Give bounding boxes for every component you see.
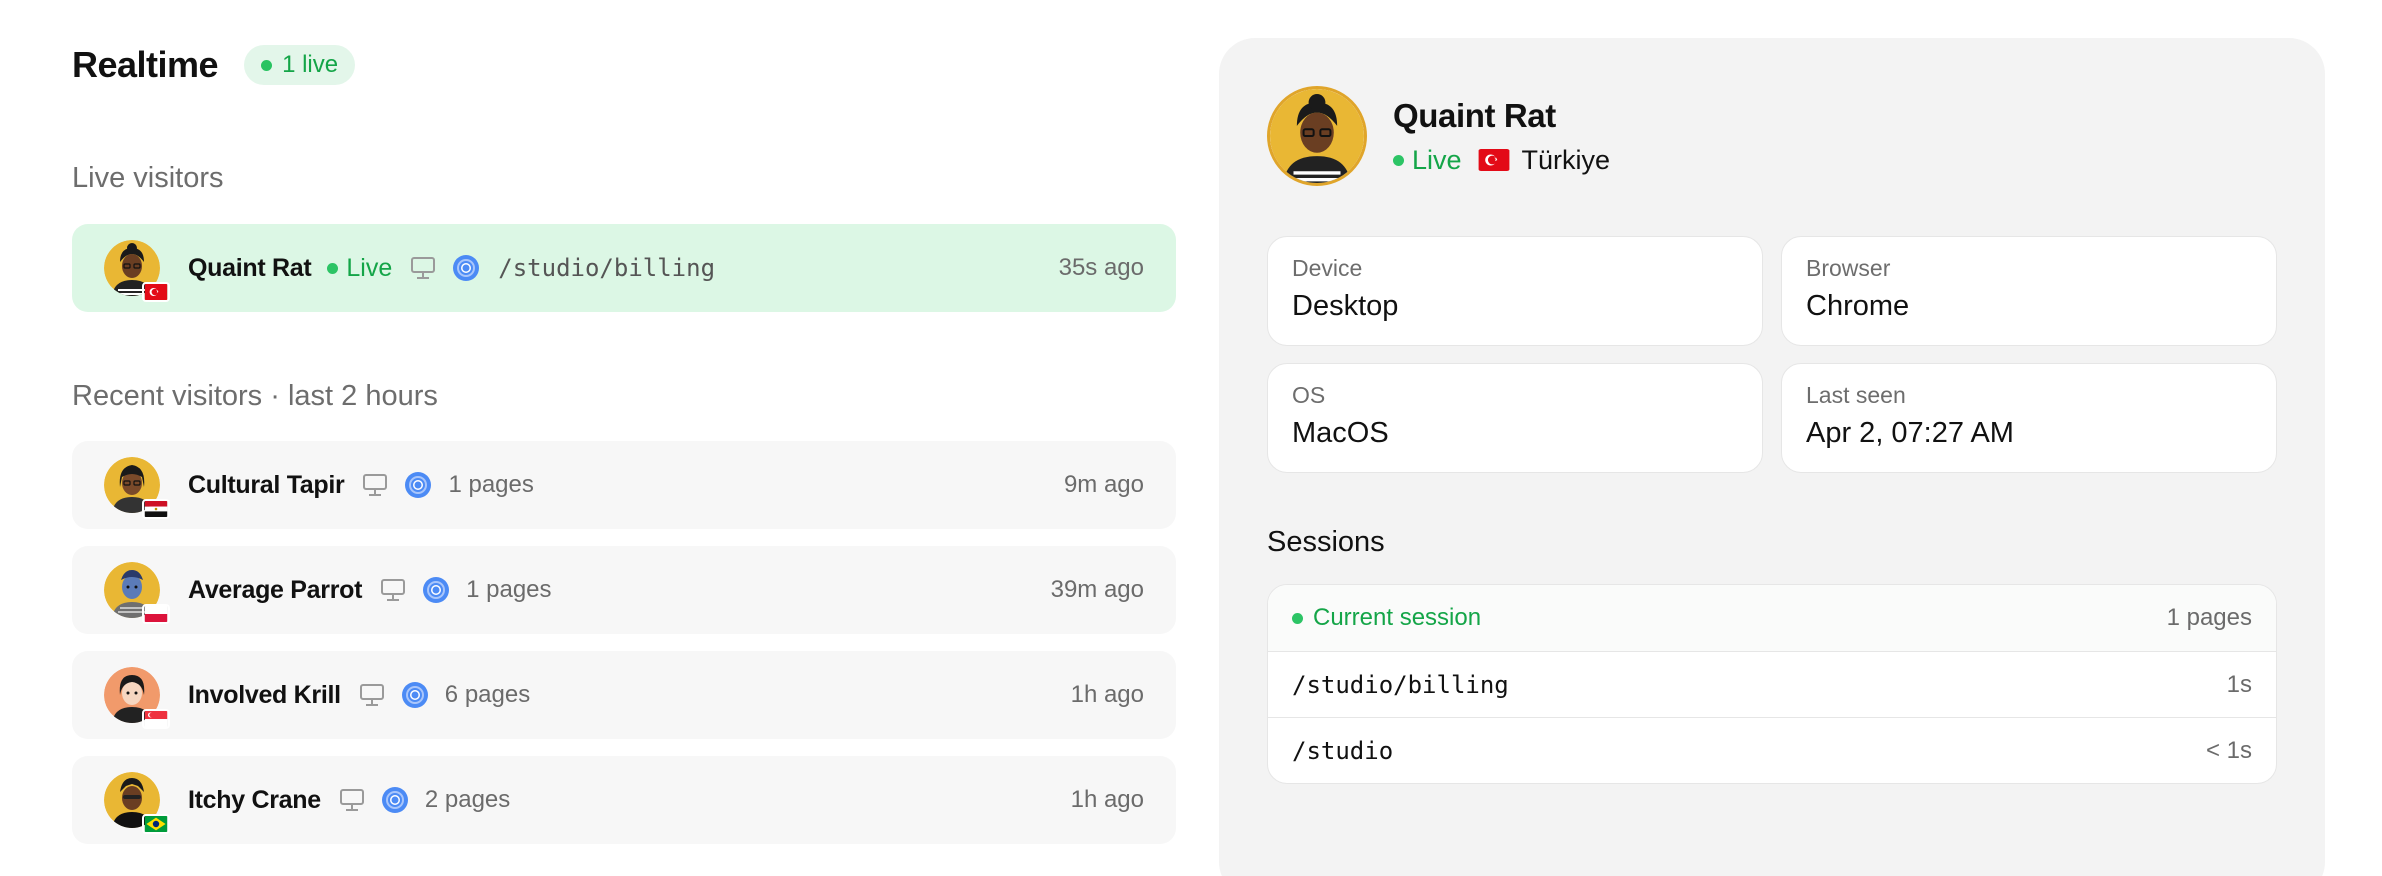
device-label: Device	[1292, 255, 1363, 281]
desktop-icon	[410, 256, 436, 280]
page-count: 1 pages	[466, 576, 552, 603]
recent-visitor-row[interactable]: Involved Krill 6 pages 1h ago	[72, 651, 1176, 739]
flag-turkey-icon	[142, 282, 170, 302]
session-page-count: 1 pages	[2166, 604, 2252, 631]
live-status: Live	[327, 254, 392, 283]
chrome-icon	[452, 254, 480, 282]
page-count: 6 pages	[444, 681, 531, 708]
flag-singapore-icon	[142, 709, 170, 729]
last-seen-ago: 39m ago	[1050, 576, 1144, 603]
live-count-badge: 1 live	[244, 45, 356, 85]
avatar	[104, 667, 170, 729]
recent-visitor-row[interactable]: Cultural Tapir 1 pages 9m ago	[72, 441, 1176, 529]
live-dot-icon	[1393, 154, 1404, 166]
live-visitors-heading: Live visitors	[72, 162, 224, 194]
flag-egypt-icon	[142, 499, 170, 519]
recent-visitor-row[interactable]: Average Parrot 1 pages 39m ago	[72, 546, 1176, 634]
device-value: Desktop	[1292, 290, 1399, 322]
sessions-list: Current session 1 pages /studio/billing …	[1267, 584, 2277, 784]
visitor-name: Average Parrot	[188, 575, 363, 604]
flag-turkey-icon	[1478, 149, 1509, 171]
avatar	[104, 240, 170, 302]
last-seen-ago: 9m ago	[1063, 471, 1144, 498]
session-page-row[interactable]: /studio/billing 1s	[1268, 651, 2276, 717]
last-seen-ago: 1h ago	[1070, 786, 1144, 813]
live-dot-icon	[327, 262, 339, 274]
avatar-image	[1270, 89, 1364, 183]
chrome-icon	[381, 786, 409, 814]
last-seen-ago: 1h ago	[1070, 681, 1144, 708]
chrome-icon	[404, 471, 432, 499]
live-count-label: 1 live	[282, 51, 339, 78]
session-page-time: < 1s	[2205, 736, 2252, 764]
visitor-name: Involved Krill	[188, 680, 341, 709]
avatar	[104, 562, 170, 624]
device-card: Device Desktop	[1267, 236, 1763, 346]
last-seen-ago: 35s ago	[1058, 254, 1144, 281]
visitor-name: Quaint Rat	[1393, 96, 1556, 134]
recent-visitors-heading: Recent visitors · last 2 hours	[72, 380, 438, 412]
desktop-icon	[339, 788, 365, 812]
visitor-profile: Quaint Rat Live Türkiye	[1267, 86, 1610, 186]
live-dot-icon	[1292, 612, 1303, 624]
session-page-path: /studio	[1292, 736, 1394, 765]
page-count: 2 pages	[424, 786, 511, 813]
live-visitor-row[interactable]: Quaint Rat Live /studio/billing 35s ago	[72, 224, 1176, 312]
page-title: Realtime	[72, 44, 219, 85]
chrome-icon	[401, 681, 429, 709]
flag-brazil-icon	[142, 814, 170, 834]
session-page-row[interactable]: /studio < 1s	[1268, 717, 2276, 783]
current-session-label: Current session	[1313, 604, 1482, 631]
flag-poland-icon	[142, 604, 170, 624]
browser-card: Browser Chrome	[1781, 236, 2277, 346]
visitor-detail-panel: Quaint Rat Live Türkiye Device Desktop B…	[1219, 38, 2325, 876]
chrome-icon	[422, 576, 450, 604]
browser-value: Chrome	[1806, 290, 1910, 322]
visitor-name: Cultural Tapir	[188, 470, 345, 499]
os-label: OS	[1292, 382, 1326, 408]
current-session-row[interactable]: Current session 1 pages	[1268, 585, 2276, 651]
last-seen-card: Last seen Apr 2, 07:27 AM	[1781, 363, 2277, 473]
last-seen-value: Apr 2, 07:27 AM	[1806, 417, 2014, 449]
os-card: OS MacOS	[1267, 363, 1763, 473]
session-page-time: 1s	[2226, 670, 2252, 698]
avatar	[104, 772, 170, 834]
visitor-name: Itchy Crane	[188, 785, 321, 814]
current-page-path: /studio/billing	[498, 254, 716, 282]
sessions-heading: Sessions	[1267, 526, 1385, 558]
page-header: Realtime 1 live	[72, 44, 356, 86]
browser-label: Browser	[1806, 255, 1891, 281]
recent-visitor-row[interactable]: Itchy Crane 2 pages 1h ago	[72, 756, 1176, 844]
desktop-icon	[362, 473, 388, 497]
profile-info: Quaint Rat Live Türkiye	[1393, 97, 1610, 176]
live-status-label: Live	[346, 253, 393, 282]
os-value: MacOS	[1292, 417, 1389, 449]
desktop-icon	[380, 578, 406, 602]
avatar	[104, 457, 170, 519]
avatar	[1267, 86, 1367, 186]
page-count: 1 pages	[448, 471, 534, 498]
visitor-meta: Live Türkiye	[1393, 145, 1610, 176]
session-page-path: /studio/billing	[1292, 670, 1509, 699]
last-seen-label: Last seen	[1806, 382, 1906, 408]
current-session-label-wrap: Current session	[1292, 604, 1481, 632]
desktop-icon	[359, 683, 385, 707]
country-name: Türkiye	[1521, 144, 1611, 175]
live-status-label: Live	[1412, 144, 1462, 175]
visitor-name: Quaint Rat	[188, 253, 312, 282]
live-dot-icon	[261, 59, 273, 71]
